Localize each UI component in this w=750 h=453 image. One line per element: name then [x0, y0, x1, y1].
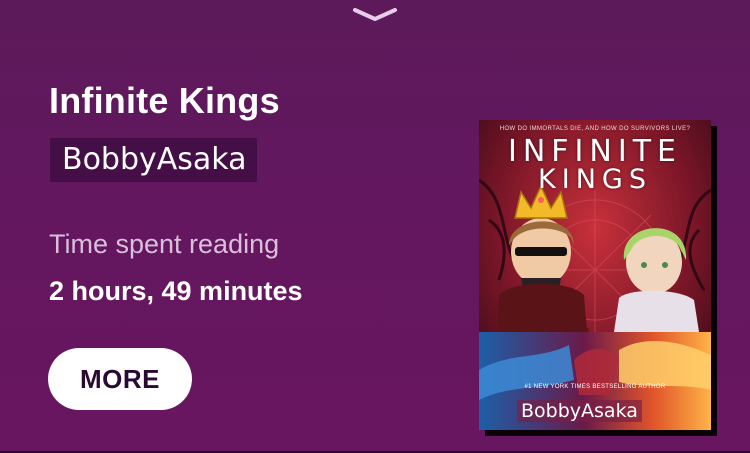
cover-bestseller-text: #1 NEW YORK TIMES BESTSELLING AUTHOR — [524, 384, 666, 390]
cover-tagline: HOW DO IMMORTALS DIE, AND HOW DO SURVIVO… — [499, 126, 691, 132]
book-title: Infinite Kings — [49, 80, 280, 121]
time-spent-value: 2 hours, 49 minutes — [49, 276, 303, 306]
book-author: BobbyAsaka — [50, 138, 257, 182]
more-button[interactable]: MORE — [48, 348, 192, 410]
cover-title-line2: KINGS — [538, 164, 652, 195]
cover-author: BobbyAsaka — [517, 400, 642, 422]
time-spent-label: Time spent reading — [49, 229, 280, 259]
book-cover[interactable]: HOW DO IMMORTALS DIE, AND HOW DO SURVIVO… — [479, 120, 711, 430]
chevron-down-icon[interactable] — [352, 6, 398, 22]
